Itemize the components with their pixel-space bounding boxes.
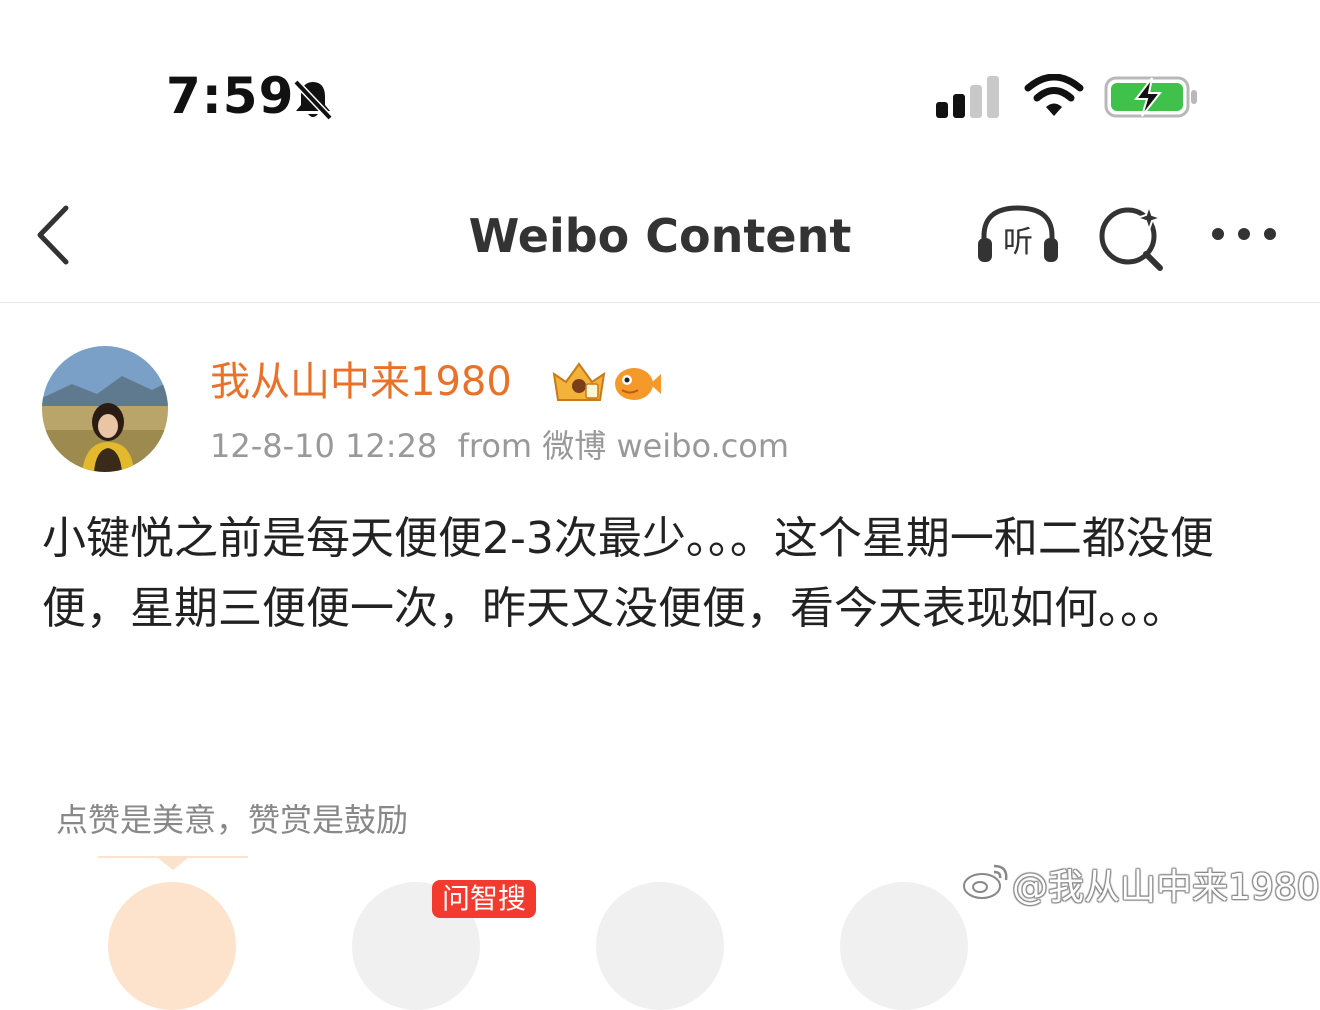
action-button[interactable] (840, 882, 968, 1010)
search-sparkle-icon[interactable] (1098, 202, 1168, 276)
status-time: 7:59 (166, 67, 295, 125)
post-timestamp: 12-8-10 12:28 (210, 427, 438, 465)
pointer-triangle (98, 856, 248, 876)
battery-charging-icon (1104, 74, 1200, 124)
listen-label: 听 (1003, 225, 1033, 260)
signal-icon (936, 76, 1004, 122)
fish-badge-icon (612, 362, 662, 408)
watermark: @我从山中来1980 (962, 862, 1320, 913)
weibo-logo-icon (962, 862, 1010, 913)
ask-search-tag[interactable]: 问智搜 (432, 880, 537, 918)
listen-headphones-icon[interactable]: 听 (976, 202, 1060, 270)
post-meta: 12-8-10 12:28 from 微博 weibo.com (210, 424, 789, 468)
watermark-text: @我从山中来1980 (1012, 866, 1320, 908)
reward-button[interactable] (108, 882, 236, 1010)
avatar[interactable] (42, 346, 168, 472)
reward-prompt: 点赞是美意，赞赏是鼓励 (56, 801, 409, 839)
more-dots-icon[interactable] (1210, 222, 1278, 250)
post-content: 小键悦之前是每天便便2-3次最少。。。这个星期一和二都没便便，星期三便便一次，昨… (42, 513, 1214, 634)
bell-slash-icon (290, 76, 336, 126)
action-button[interactable] (596, 882, 724, 1010)
wifi-icon (1024, 73, 1084, 122)
username[interactable]: 我从山中来1980 (210, 356, 512, 408)
post-source[interactable]: from 微博 weibo.com (458, 427, 789, 465)
crown-badge-icon (550, 360, 608, 408)
